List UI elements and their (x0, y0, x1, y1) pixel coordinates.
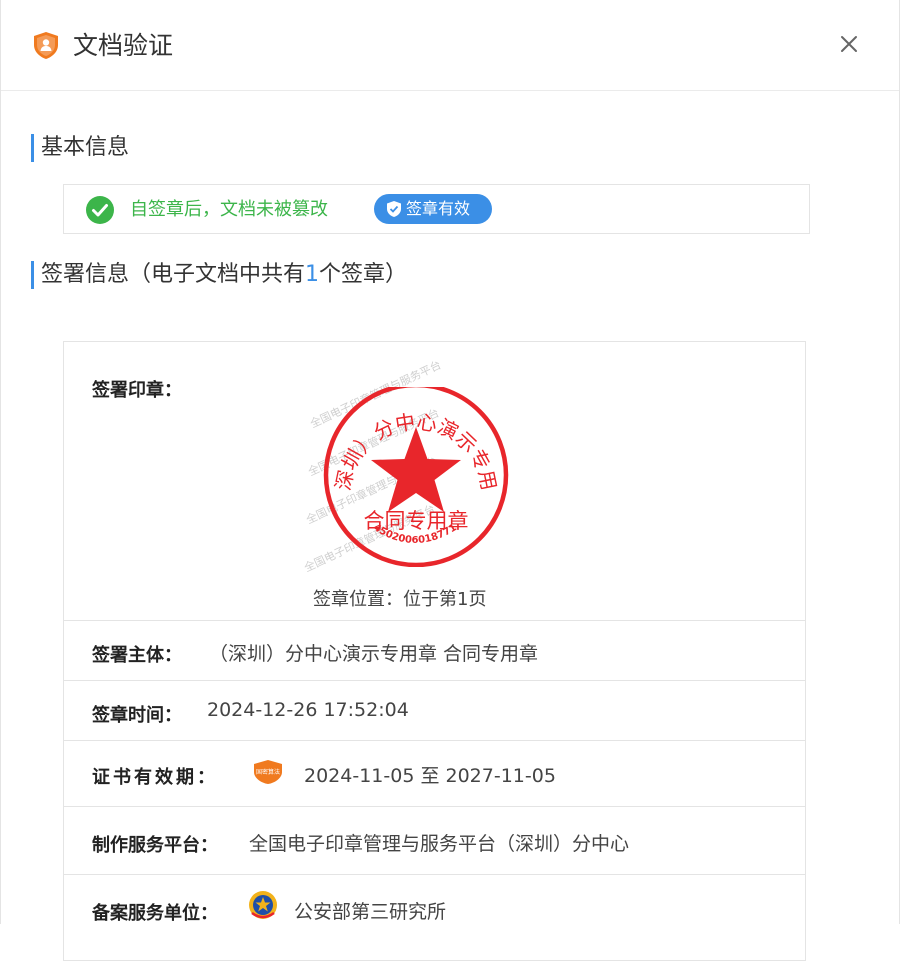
subject-label: 签署主体： (92, 645, 182, 666)
seal-position: 签章位置：位于第1页 (313, 589, 487, 610)
validity-value: 2024-11-05 至 2027-11-05 (304, 765, 556, 787)
time-value: 2024-12-26 17:52:04 (207, 699, 409, 721)
check-circle-icon (86, 196, 114, 224)
validity-label: 证书有效期： (92, 767, 218, 788)
signature-card: 签署印章： 全国电子印章管理与服务平台 全国电子印章管理与服务平台 全国电子印章… (63, 341, 806, 961)
field-row-filing: 备案服务单位： 公安部第三研究所 (64, 874, 805, 962)
time-label: 签章时间： (92, 705, 182, 726)
seal-stamp: （深圳）分中心演示专用章 合同专用章 4502006018771 (320, 387, 509, 567)
filing-label: 备案服务单位： (92, 903, 218, 924)
police-emblem-icon (249, 891, 277, 919)
subject-value: （深圳）分中心演示专用章 合同专用章 (209, 643, 539, 665)
svg-text:国密算法: 国密算法 (256, 768, 280, 776)
platform-label: 制作服务平台： (92, 835, 218, 856)
field-row-validity: 证书有效期： 国密算法 2024-11-05 至 2027-11-05 (64, 740, 805, 806)
field-row-time: 签章时间： 2024-12-26 17:52:04 (64, 680, 805, 740)
dialog-header: 文档验证 (1, 0, 899, 91)
platform-value: 全国电子印章管理与服务平台（深圳）分中心 (249, 833, 630, 855)
sm-cert-badge-icon: 国密算法 (254, 760, 282, 784)
shield-user-icon (34, 32, 58, 59)
seal-valid-badge: 签章有效 (374, 194, 492, 224)
close-icon[interactable] (835, 30, 863, 58)
signing-info-heading: 签署信息（电子文档中共有1个签章） (31, 261, 407, 289)
dialog-title: 文档验证 (73, 31, 174, 60)
shield-check-icon (387, 201, 401, 217)
field-row-subject: 签署主体： （深圳）分中心演示专用章 合同专用章 (64, 620, 805, 680)
basic-info-heading: 基本信息 (31, 134, 129, 162)
field-row-platform: 制作服务平台： 全国电子印章管理与服务平台（深圳）分中心 (64, 806, 805, 874)
seal-label: 签署印章： (92, 380, 182, 401)
status-box: 自签章后，文档未被篡改 签章有效 (63, 184, 810, 234)
seal-count: 1 (305, 262, 320, 287)
status-text: 自签章后，文档未被篡改 (130, 199, 328, 220)
verify-dialog: 文档验证 基本信息 自签章后，文档未被篡改 签章有效 签署信息（电子文档中共有1… (0, 0, 900, 961)
filing-value: 公安部第三研究所 (294, 901, 447, 923)
